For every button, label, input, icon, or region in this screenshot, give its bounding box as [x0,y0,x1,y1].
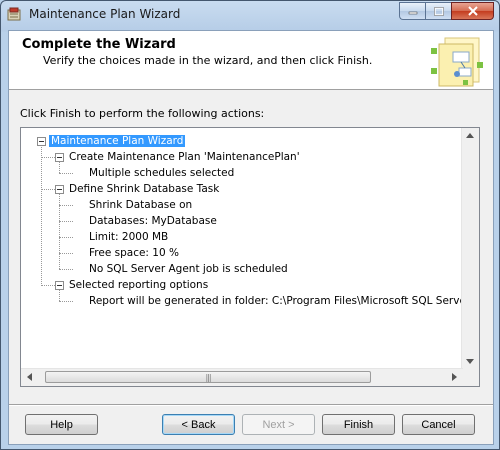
tree-node[interactable]: Free space: 10 % [89,246,179,261]
vertical-scrollbar[interactable] [461,128,479,369]
tree-node-label: Maintenance Plan Wizard [49,135,186,147]
actions-tree-view[interactable]: Maintenance Plan Wizard Create Maintenan… [20,127,480,387]
tree-connector [59,162,60,173]
scrollbar-corner [462,369,479,386]
back-button[interactable]: < Back [162,414,235,435]
finish-button[interactable]: Finish [322,414,395,435]
close-icon [467,6,478,16]
cancel-button[interactable]: Cancel [402,414,475,435]
tree-node[interactable]: Databases: MyDatabase [89,214,217,229]
tree-connector [41,189,55,190]
tree-node-label: Multiple schedules selected [89,167,235,179]
title-bar[interactable]: Maintenance Plan Wizard [1,1,499,29]
tree-node[interactable]: Define Shrink Database Task [69,182,219,197]
maximize-button[interactable] [425,2,451,20]
tree-connector [41,140,42,286]
tree-connector [41,157,55,158]
tree-node[interactable]: No SQL Server Agent job is scheduled [89,262,288,277]
close-button[interactable] [451,2,494,20]
wizard-graphic-icon [431,37,483,87]
tree-node[interactable]: Report will be generated in folder: C:\P… [89,294,463,309]
tree-node[interactable]: Multiple schedules selected [89,166,234,181]
tree-collapse-toggle[interactable] [37,137,46,146]
caption-buttons [399,2,494,21]
tree-connector [59,173,73,174]
tree-connector [59,269,73,270]
tree-connector [59,290,60,301]
help-button[interactable]: Help [25,414,98,435]
tree-connector [59,301,73,302]
window-title: Maintenance Plan Wizard [29,7,181,21]
page-subtitle: Verify the choices made in the wizard, a… [43,54,373,67]
wizard-window: Maintenance Plan Wizard Complete the Wiz… [0,0,500,450]
tree-node[interactable]: Shrink Database on [89,198,192,213]
scroll-up-arrow-icon[interactable] [466,133,474,138]
tree-node-label: Selected reporting options [69,279,209,291]
button-separator [9,404,493,406]
tree-node-label: No SQL Server Agent job is scheduled [89,263,288,275]
tree-node-label: Limit: 2000 MB [89,231,169,243]
tree-node-label: Create Maintenance Plan 'MaintenancePlan… [69,151,300,163]
horizontal-scroll-thumb[interactable]: ||| [45,371,371,383]
next-button[interactable]: Next > [242,414,315,435]
tree-connector [59,253,73,254]
tree-node-label: Define Shrink Database Task [69,183,220,195]
tree-connector [59,237,73,238]
tree-collapse-toggle[interactable] [55,281,64,290]
tree-collapse-toggle[interactable] [55,185,64,194]
tree-node[interactable]: Selected reporting options [69,278,208,293]
tree-node-label: Databases: MyDatabase [89,215,217,227]
tree-node-label: Free space: 10 % [89,247,179,259]
tree-connector [41,285,55,286]
tree-node[interactable]: Limit: 2000 MB [89,230,168,245]
scroll-left-arrow-icon[interactable] [27,373,32,381]
wizard-client-area: Complete the Wizard Verify the choices m… [8,30,494,445]
tree-connector [59,205,73,206]
tree-content: Maintenance Plan Wizard Create Maintenan… [21,128,463,369]
maximize-icon [433,6,444,16]
app-icon [7,7,21,21]
horizontal-scrollbar[interactable]: ||| [21,368,463,386]
minimize-button[interactable] [399,2,425,20]
tree-node-root[interactable]: Maintenance Plan Wizard [49,134,186,149]
minimize-icon [408,11,417,15]
scroll-right-arrow-icon[interactable] [452,373,457,381]
tree-collapse-toggle[interactable] [55,153,64,162]
wizard-header: Complete the Wizard Verify the choices m… [9,31,493,90]
tree-connector [59,221,73,222]
scroll-down-arrow-icon[interactable] [466,359,474,364]
tree-node-label: Report will be generated in folder: C:\P… [89,295,463,307]
instruction-text: Click Finish to perform the following ac… [20,107,265,120]
page-title: Complete the Wizard [22,37,176,52]
tree-node-label: Shrink Database on [89,199,193,211]
tree-node[interactable]: Create Maintenance Plan 'MaintenancePlan… [69,150,300,165]
scroll-thumb-grip: ||| [205,372,211,382]
